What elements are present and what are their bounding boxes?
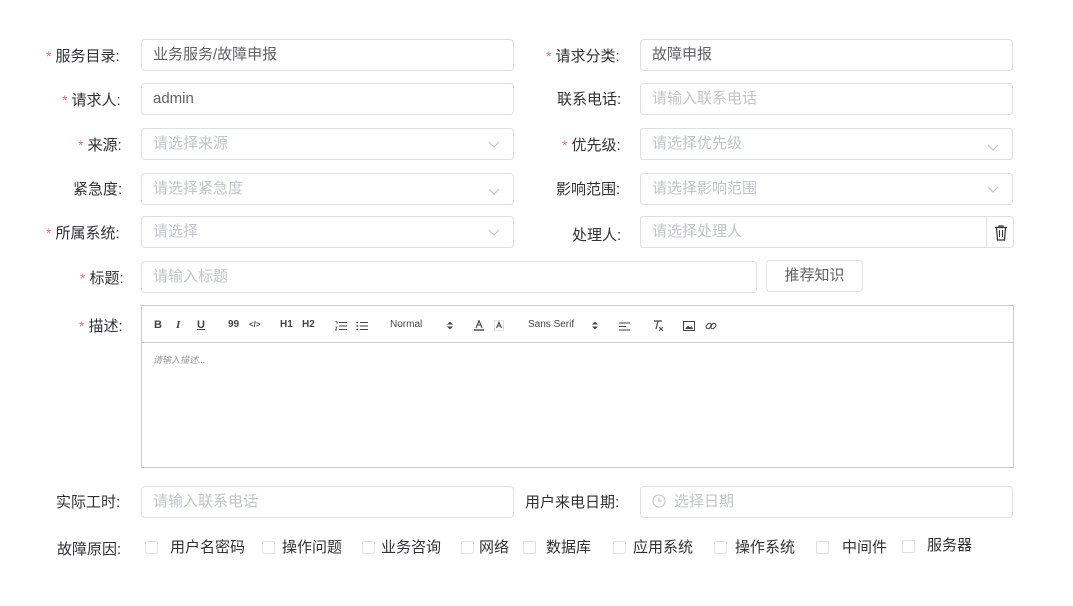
service-catalog-input[interactable]: 业务服务/故障申报 <box>141 39 514 71</box>
recommend-knowledge-button[interactable]: 推荐知识 <box>766 260 863 292</box>
chevron-down-icon <box>488 188 500 195</box>
h1-button[interactable]: H1 <box>280 319 293 331</box>
impact-select[interactable]: 请选择影响范围 <box>640 173 1013 205</box>
contact-phone-label: 联系电话: <box>557 91 622 108</box>
checkbox-label: 数据库 <box>546 539 592 556</box>
request-category-label: * 请求分类: <box>546 48 620 65</box>
clock-icon <box>652 494 666 508</box>
description-label: * 描述: <box>79 318 123 335</box>
font-color-icon[interactable] <box>474 320 484 331</box>
updown-arrow-icon <box>592 321 598 330</box>
priority-label: * 优先级: <box>562 137 621 154</box>
system-label: * 所属系统: <box>46 225 120 242</box>
italic-button[interactable]: I <box>176 319 180 331</box>
impact-label: 影响范围: <box>556 181 621 198</box>
handler-input[interactable]: 请选择处理人 <box>640 216 987 248</box>
chevron-down-icon <box>987 144 999 151</box>
header-select[interactable]: Normal <box>390 319 422 331</box>
call-date-label: 用户来电日期: <box>525 494 620 511</box>
contact-phone-input[interactable]: 请输入联系电话 <box>640 83 1013 115</box>
urgency-select[interactable]: 请选择紧急度 <box>141 173 514 205</box>
h2-button[interactable]: H2 <box>302 319 315 331</box>
urgency-label: 紧急度: <box>73 181 123 198</box>
requester-input[interactable]: admin <box>141 83 514 115</box>
link-icon[interactable] <box>705 320 717 332</box>
call-date-picker[interactable]: 选择日期 <box>640 486 1013 518</box>
checkbox-application-system[interactable] <box>613 541 626 554</box>
chevron-down-icon <box>488 229 500 236</box>
title-label: * 标题: <box>80 270 124 287</box>
checkbox-label: 操作系统 <box>735 539 796 556</box>
chevron-down-icon <box>488 141 500 148</box>
checkbox-label: 网络 <box>479 539 510 556</box>
requester-label: * 请求人: <box>62 92 121 109</box>
handler-label: 处理人: <box>572 227 622 244</box>
quote-button[interactable]: 99 <box>228 319 239 331</box>
checkbox-middleware[interactable] <box>816 541 829 554</box>
align-icon[interactable] <box>619 322 630 331</box>
code-block-button[interactable]: </> <box>249 319 261 331</box>
trash-icon <box>995 225 1007 241</box>
editor-toolbar: B I U 99 </> H1 H2 Normal Sans Serif <box>142 306 1013 343</box>
checkbox-label: 操作问题 <box>282 539 343 556</box>
checkbox-label: 业务咨询 <box>381 539 442 556</box>
editor-placeholder: 请输入描述... <box>153 355 206 365</box>
background-color-icon[interactable] <box>494 320 504 331</box>
checkbox-database[interactable] <box>523 541 536 554</box>
chevron-down-icon <box>987 186 999 193</box>
checkbox-business-consult[interactable] <box>362 541 375 554</box>
bold-button[interactable]: B <box>154 319 162 331</box>
checkbox-label: 用户名密码 <box>170 539 246 556</box>
checkbox-label: 应用系统 <box>633 539 694 556</box>
actual-hours-label: 实际工时: <box>56 494 121 511</box>
title-input[interactable]: 请输入标题 <box>141 261 757 293</box>
service-catalog-label: * 服务目录: <box>46 48 120 65</box>
checkbox-label: 服务器 <box>927 537 973 554</box>
bullet-list-icon[interactable] <box>356 321 368 331</box>
source-label: * 来源: <box>78 137 122 154</box>
actual-hours-input[interactable]: 请输入联系电话 <box>141 486 514 518</box>
updown-arrow-icon <box>447 321 453 330</box>
system-select[interactable]: 请选择 <box>141 216 514 248</box>
font-select[interactable]: Sans Serif <box>528 319 574 331</box>
request-category-input[interactable]: 故障申报 <box>640 39 1013 71</box>
checkbox-server[interactable] <box>902 540 915 553</box>
checkbox-operating-system[interactable] <box>714 541 727 554</box>
source-select[interactable]: 请选择来源 <box>141 128 514 160</box>
clear-handler-button[interactable] <box>986 216 1014 248</box>
checkbox-username-password[interactable] <box>145 541 158 554</box>
editor-content[interactable]: 请输入描述... <box>142 343 1013 376</box>
checkbox-label: 中间件 <box>842 539 888 556</box>
ordered-list-icon[interactable] <box>335 321 347 331</box>
checkbox-network[interactable] <box>461 541 474 554</box>
description-editor[interactable]: B I U 99 </> H1 H2 Normal Sans Serif 请输入… <box>141 305 1014 468</box>
fault-cause-label: 故障原因: <box>57 541 122 558</box>
clear-format-icon[interactable] <box>653 320 664 332</box>
image-icon[interactable] <box>683 321 695 331</box>
underline-button[interactable]: U <box>197 319 205 331</box>
priority-select[interactable]: 请选择优先级 <box>640 128 1013 160</box>
checkbox-operation-issue[interactable] <box>262 541 275 554</box>
